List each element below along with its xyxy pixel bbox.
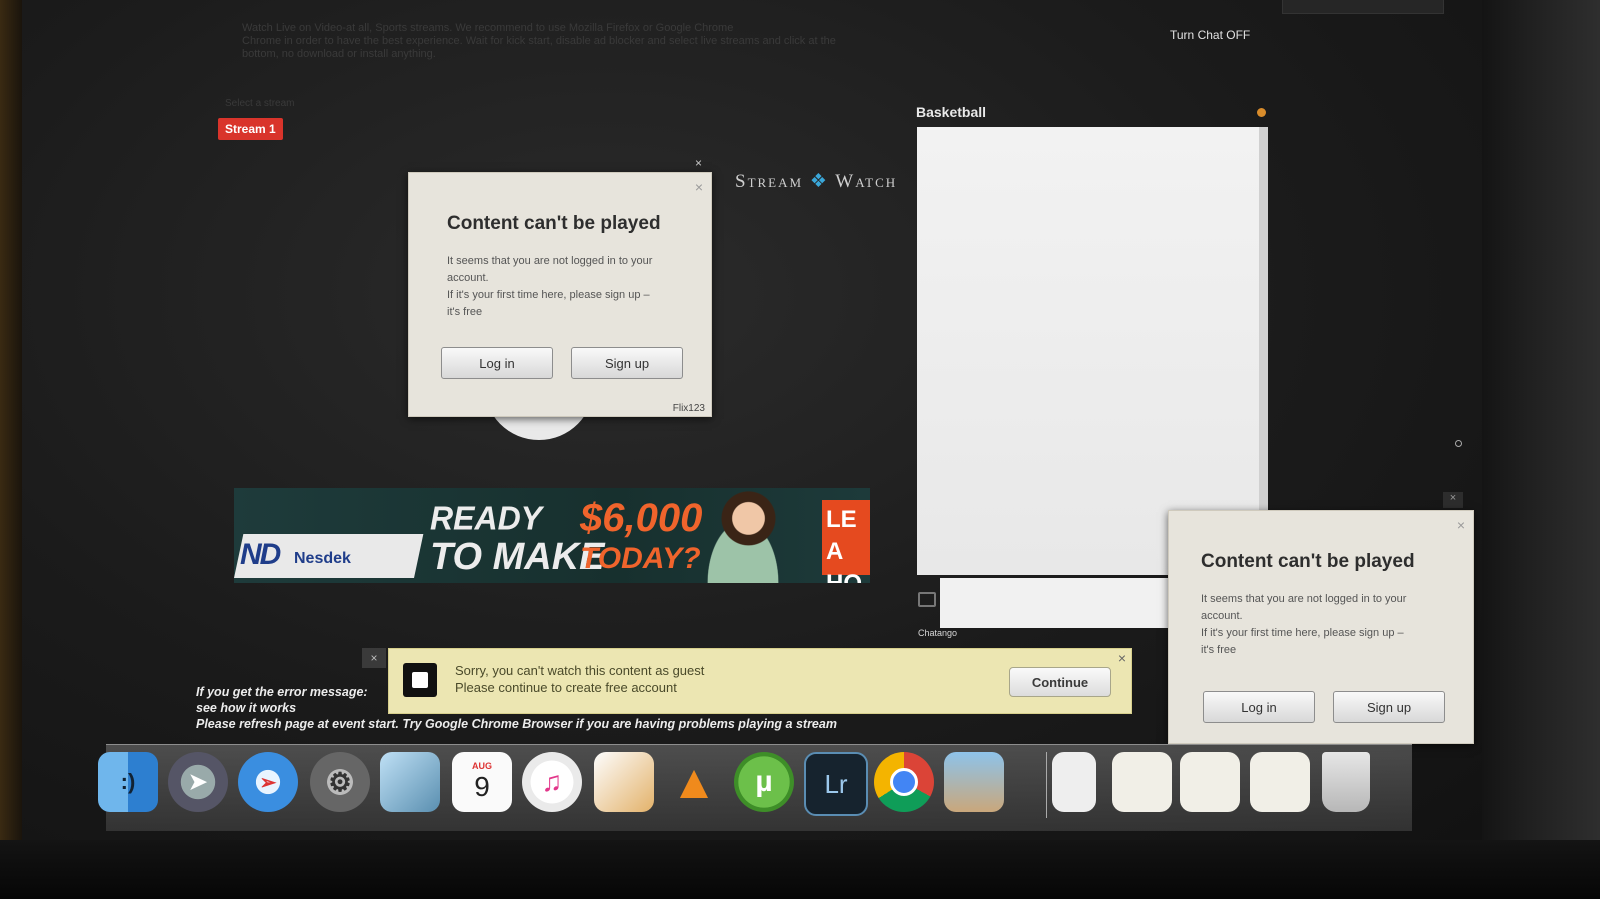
chat-title: Basketball: [916, 104, 987, 120]
camera-icon[interactable]: [918, 592, 936, 607]
monitor-bezel-right: [1482, 0, 1600, 840]
trash-icon[interactable]: [1322, 752, 1370, 812]
document-icon[interactable]: [1112, 752, 1172, 812]
dialog-message-line: it's free: [447, 306, 483, 318]
launchpad-icon[interactable]: ➤: [168, 752, 228, 812]
turn-chat-off-button[interactable]: Turn Chat OFF: [1170, 28, 1250, 42]
continue-button[interactable]: Continue: [1009, 667, 1111, 697]
top-right-widget: [1282, 0, 1444, 14]
preview-icon[interactable]: [380, 752, 440, 812]
ad-headline: READY: [430, 499, 543, 537]
ad-subheadline: TODAY?: [580, 542, 701, 575]
ad-person-image: [688, 488, 798, 583]
system-preferences-icon[interactable]: ⚙: [310, 752, 370, 812]
dialog-message-line: account.: [1201, 610, 1243, 622]
logo-right-text: Watch: [835, 171, 898, 192]
finder-icon[interactable]: :): [98, 752, 158, 812]
stream-1-tab[interactable]: Stream 1: [218, 118, 283, 140]
guest-warning-text: Sorry, you can't watch this content as g…: [455, 662, 704, 696]
dialog-message: It seems that you are not logged in to y…: [447, 253, 697, 321]
settings-dot-icon[interactable]: [1455, 440, 1462, 447]
close-icon[interactable]: ×: [1118, 650, 1126, 666]
calendar-day: 9: [474, 771, 490, 802]
dialog-message-line: It seems that you are not logged in to y…: [447, 255, 653, 267]
sign-up-button[interactable]: Sign up: [571, 347, 683, 379]
document-icon[interactable]: [1250, 752, 1310, 812]
itunes-icon[interactable]: ♫: [522, 752, 582, 812]
ad-headline: TO MAKE: [430, 536, 605, 578]
lightroom-label: Lr: [824, 768, 848, 799]
monitor-bezel-left: [0, 0, 22, 899]
dialog-title: Content can't be played: [447, 213, 661, 234]
dialog-message-line: it's free: [1201, 644, 1237, 656]
chat-scrollbar[interactable]: [1259, 127, 1268, 575]
dialog-message-line: If it's your first time here, please sig…: [447, 289, 650, 301]
archive-icon[interactable]: [1052, 752, 1096, 812]
stream-notice: Watch Live on Video-at all, Sports strea…: [242, 22, 882, 61]
log-in-button[interactable]: Log in: [441, 347, 553, 379]
content-cant-be-played-dialog: × Content can't be played It seems that …: [408, 172, 712, 417]
notice-line: Chrome in order to have the best experie…: [242, 35, 836, 47]
advertisement-banner[interactable]: ND Nesdek READY TO MAKE $6,000 TODAY? LE…: [234, 488, 870, 583]
dialog-title: Content can't be played: [1201, 551, 1415, 572]
calendar-month: AUG: [472, 761, 492, 771]
chat-input[interactable]: [940, 578, 1170, 628]
web-page: Watch Live on Video-at all, Sports strea…: [22, 0, 1482, 840]
chrome-icon[interactable]: [874, 752, 934, 812]
dialog-brand: Flix123: [672, 403, 705, 414]
lightroom-icon[interactable]: Lr: [804, 752, 868, 816]
ad-amount: $6,000: [580, 496, 703, 540]
guest-warning-bar: Sorry, you can't watch this content as g…: [388, 648, 1132, 714]
ad-logo: ND: [240, 538, 281, 571]
log-in-button[interactable]: Log in: [1203, 691, 1315, 723]
guest-warning-line: Sorry, you can't watch this content as g…: [455, 663, 705, 678]
sign-up-button[interactable]: Sign up: [1333, 691, 1445, 723]
guest-warning-line: Please continue to create free account: [455, 680, 677, 695]
utorrent-icon[interactable]: µ: [734, 752, 794, 812]
dialog-message-line: account.: [447, 272, 489, 284]
map-pin-icon: ❖: [809, 171, 829, 192]
site-logo: Stream ❖ Watch: [735, 170, 897, 193]
puzzle-icon: [403, 663, 437, 697]
pages-icon[interactable]: [594, 752, 654, 812]
calendar-icon[interactable]: AUG 9: [452, 752, 512, 812]
close-icon[interactable]: ×: [695, 179, 703, 195]
ad-cta-text: LEA HO: [826, 506, 862, 583]
dialog-message-line: It seems that you are not logged in to y…: [1201, 593, 1407, 605]
content-cant-be-played-dialog-side: × Content can't be played It seems that …: [1168, 510, 1474, 744]
logo-left-text: Stream: [735, 171, 804, 192]
chat-status-icon: [1257, 108, 1266, 117]
vlc-icon[interactable]: ▲: [664, 752, 724, 812]
safari-icon[interactable]: ➢: [238, 752, 298, 812]
dialog-message: It seems that you are not logged in to y…: [1201, 591, 1461, 659]
select-stream-label: Select a stream: [225, 98, 295, 109]
error-line: Please refresh page at event start. Try …: [196, 717, 837, 731]
close-icon[interactable]: ×: [1443, 492, 1463, 508]
chat-messages-area[interactable]: [917, 127, 1259, 575]
ad-logo-text: Nesdek: [294, 550, 351, 567]
iphoto-icon[interactable]: [944, 752, 1004, 812]
monitor-bezel-bottom: [0, 840, 1600, 899]
notice-line: Watch Live on Video-at all, Sports strea…: [242, 22, 734, 34]
close-icon[interactable]: ×: [695, 156, 702, 170]
notice-line: bottom, no download or install anything.: [242, 48, 436, 60]
close-icon[interactable]: ×: [362, 648, 386, 668]
chatango-label[interactable]: Chatango: [918, 628, 957, 638]
document-icon[interactable]: [1180, 752, 1240, 812]
dialog-message-line: If it's your first time here, please sig…: [1201, 627, 1404, 639]
dock-separator: [1046, 752, 1047, 818]
close-icon[interactable]: ×: [1457, 517, 1465, 533]
